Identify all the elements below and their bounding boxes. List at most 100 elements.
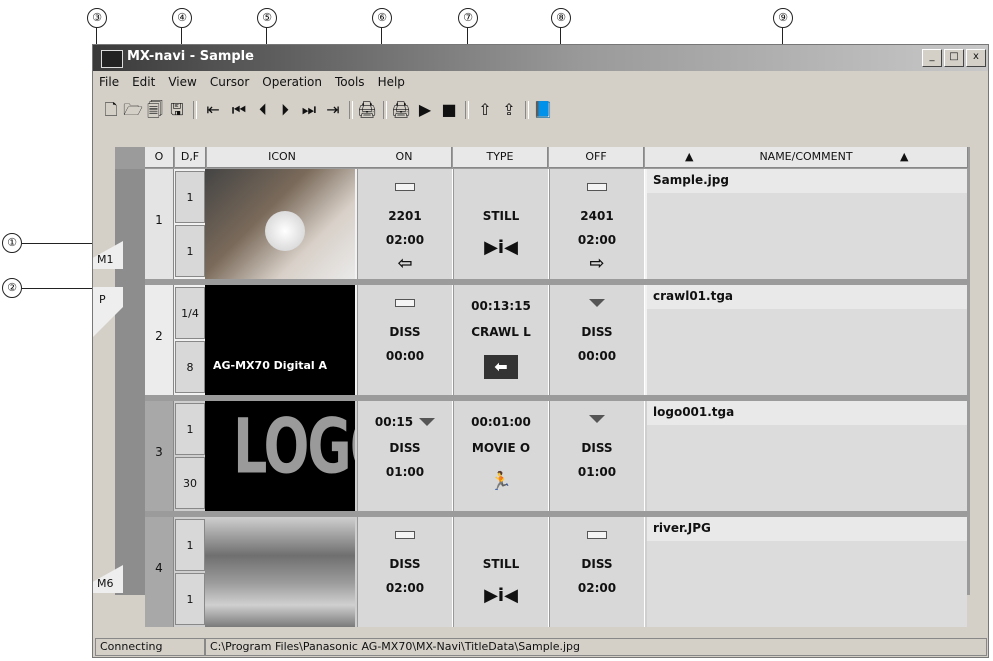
duration-cell[interactable]: 1 xyxy=(175,171,205,223)
thumbnail-image[interactable] xyxy=(205,517,355,627)
duration-cell[interactable]: 1 xyxy=(175,403,205,455)
menu-edit[interactable]: Edit xyxy=(126,73,162,93)
type-cell[interactable]: STILL ▶i◀ xyxy=(453,517,549,627)
on-indicator xyxy=(395,183,415,191)
name-comment-cell[interactable]: Sample.jpg xyxy=(647,169,967,279)
still-icon: ▶i◀ xyxy=(484,585,518,606)
menu-file[interactable]: File xyxy=(93,73,126,93)
header-type[interactable]: TYPE xyxy=(453,147,548,168)
next-icon[interactable]: ⏵ xyxy=(275,100,295,120)
status-text: Connecting xyxy=(95,638,205,656)
callout-9: ⑨ xyxy=(773,8,793,28)
go-start-icon[interactable]: ⇤ xyxy=(203,100,223,120)
off-indicator xyxy=(589,299,605,307)
off-indicator xyxy=(589,415,605,423)
duration-cell[interactable]: 1/4 xyxy=(175,287,205,339)
table-row[interactable]: 3 1 30 LOGO 00:15 DISS 01:00 00:01:00 MO… xyxy=(145,401,967,511)
off-cell[interactable]: DISS 00:00 xyxy=(549,285,645,395)
name-comment-cell[interactable]: logo001.tga xyxy=(647,401,967,511)
on-indicator xyxy=(395,531,415,539)
thumbnail-text: AG-MX70 Digital A xyxy=(213,359,328,372)
name-comment-cell[interactable]: crawl01.tga xyxy=(647,285,967,395)
save-icon[interactable]: 🖫 xyxy=(167,100,187,120)
on-cell[interactable]: DISS 02:00 xyxy=(357,517,453,627)
order-cell: 1 xyxy=(145,169,174,279)
minimize-button[interactable]: _ xyxy=(922,49,942,67)
app-window: MX-navi - Sample _ □ x File Edit View Cu… xyxy=(92,44,989,658)
logo-text: LOGO xyxy=(233,402,355,491)
save-as-icon[interactable]: 🗐 xyxy=(145,100,165,120)
header-o[interactable]: O xyxy=(145,147,174,168)
toolbar-separator xyxy=(349,101,353,119)
upload-icon[interactable]: ⇧ xyxy=(475,100,495,120)
go-end-icon[interactable]: ⇥ xyxy=(323,100,343,120)
type-cell[interactable]: 00:01:00 MOVIE O 🏃 xyxy=(453,401,549,511)
off-cell[interactable]: DISS 01:00 xyxy=(549,401,645,511)
header-off[interactable]: OFF xyxy=(549,147,644,168)
upload-all-icon[interactable]: ⇪ xyxy=(499,100,519,120)
callout-8: ⑧ xyxy=(551,8,571,28)
frame-cell[interactable]: 1 xyxy=(175,225,205,277)
off-indicator xyxy=(587,531,607,539)
sort-up-icon[interactable]: ▲ xyxy=(685,147,693,167)
header-df[interactable]: D,F xyxy=(175,147,206,168)
header-name-comment[interactable]: ▲ NAME/COMMENT ▲ xyxy=(645,147,968,168)
callout-5: ⑤ xyxy=(257,8,277,28)
marker-strip xyxy=(115,169,145,595)
frame-cell[interactable]: 30 xyxy=(175,457,205,509)
off-indicator xyxy=(587,183,607,191)
frame-cell[interactable]: 8 xyxy=(175,341,205,393)
menu-tools[interactable]: Tools xyxy=(329,73,372,93)
first-icon[interactable]: ⏮ xyxy=(229,100,249,120)
send-all-icon[interactable]: 🖨 xyxy=(391,100,411,120)
name-comment-cell[interactable]: river.JPG xyxy=(647,517,967,627)
thumbnail-image[interactable] xyxy=(205,169,355,279)
menu-cursor[interactable]: Cursor xyxy=(204,73,256,93)
frame-cell[interactable]: 1 xyxy=(175,573,205,625)
off-cell[interactable]: DISS 02:00 xyxy=(549,517,645,627)
duration-cell[interactable]: 1 xyxy=(175,519,205,571)
on-cell[interactable]: 00:15 DISS 01:00 xyxy=(357,401,453,511)
order-cell: 2 xyxy=(145,285,174,395)
menu-view[interactable]: View xyxy=(162,73,203,93)
sort-up-icon[interactable]: ▲ xyxy=(900,147,908,167)
arrow-left-icon: ⇦ xyxy=(397,253,413,274)
off-cell[interactable]: 2401 02:00 ⇨ xyxy=(549,169,645,279)
header-name-label: NAME/COMMENT xyxy=(759,150,853,163)
callout-7: ⑦ xyxy=(458,8,478,28)
thumbnail-image[interactable]: AG-MX70 Digital A xyxy=(205,285,355,395)
file-name: river.JPG xyxy=(653,521,711,535)
header-icon[interactable]: ICON xyxy=(207,147,358,168)
marker-tab-m1[interactable]: M1 xyxy=(93,241,123,269)
table-row[interactable]: 2 1/4 8 AG-MX70 Digital A DISS 00:00 00:… xyxy=(145,285,967,395)
new-icon[interactable]: 🗋 xyxy=(101,100,121,120)
callout-6: ⑥ xyxy=(372,8,392,28)
table-row[interactable]: 1 1 1 2201 02:00 ⇦ STILL ▶i◀ 2401 02:00 … xyxy=(145,169,967,279)
type-cell[interactable]: STILL ▶i◀ xyxy=(453,169,549,279)
title-bar[interactable]: MX-navi - Sample _ □ x xyxy=(93,45,988,71)
on-cell[interactable]: 2201 02:00 ⇦ xyxy=(357,169,453,279)
header-on[interactable]: ON xyxy=(357,147,452,168)
open-icon[interactable]: 🗁 xyxy=(123,100,143,120)
table-row[interactable]: 4 1 1 DISS 02:00 STILL ▶i◀ DISS 02:00 ri… xyxy=(145,517,967,627)
menu-help[interactable]: Help xyxy=(372,73,412,93)
order-cell: 3 xyxy=(145,401,174,511)
status-path: C:\Program Files\Panasonic AG-MX70\MX-Na… xyxy=(205,638,987,656)
maximize-button[interactable]: □ xyxy=(944,49,964,67)
order-cell: 4 xyxy=(145,517,174,627)
last-icon[interactable]: ⏭ xyxy=(299,100,319,120)
movie-run-icon: 🏃 xyxy=(489,471,513,492)
marker-tab-m6[interactable]: M6 xyxy=(93,565,123,593)
callout-1: ① xyxy=(2,233,22,253)
thumbnail-image[interactable]: LOGO xyxy=(205,401,355,511)
type-cell[interactable]: 00:13:15 CRAWL L ⬅ xyxy=(453,285,549,395)
send-icon[interactable]: 🖨 xyxy=(357,100,377,120)
file-name: Sample.jpg xyxy=(653,173,729,187)
play-icon[interactable]: ▶ xyxy=(415,100,435,120)
book-icon[interactable]: 📘 xyxy=(533,100,553,120)
close-button[interactable]: x xyxy=(966,49,986,67)
stop-icon[interactable]: ■ xyxy=(439,100,459,120)
menu-operation[interactable]: Operation xyxy=(256,73,329,93)
on-cell[interactable]: DISS 00:00 xyxy=(357,285,453,395)
prev-icon[interactable]: ⏴ xyxy=(253,100,273,120)
